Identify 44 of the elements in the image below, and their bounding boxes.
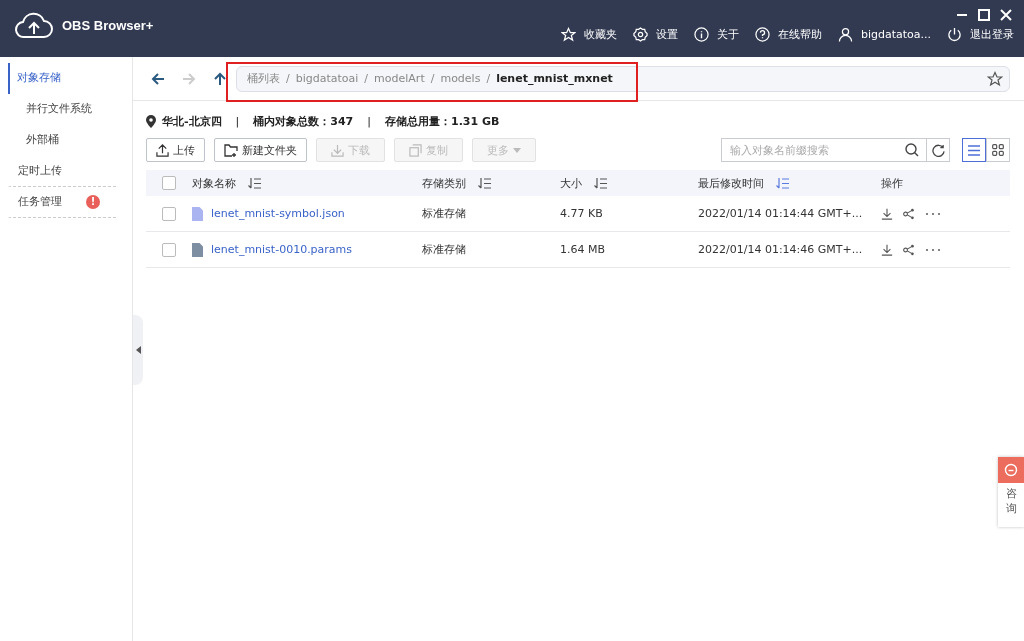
region-label: 华北-北京四 <box>162 113 222 129</box>
separator: / <box>286 72 290 85</box>
column-header: 存储类别 <box>422 175 466 191</box>
search-field[interactable]: 输入对象名前缀搜索 <box>721 138 927 162</box>
table-cell: 2022/01/14 01:14:44 GMT+... <box>698 207 863 220</box>
header-menu-item[interactable]: 关于 <box>693 27 739 42</box>
header-menu-item[interactable]: 退出登录 <box>947 27 1014 42</box>
table-cell: 4.77 KB <box>560 207 603 220</box>
separator: | <box>366 114 372 128</box>
header-menu-item[interactable]: 收藏夹 <box>560 27 617 42</box>
sidebar-item[interactable]: 任务管理 ! <box>8 187 116 218</box>
column-header: 最后修改时间 <box>698 175 764 191</box>
sidebar-item[interactable]: 并行文件系统 <box>8 94 124 125</box>
consult-widget[interactable]: 咨询 <box>998 457 1024 527</box>
sidebar-item[interactable]: 定时上传 <box>8 156 116 187</box>
address-bar[interactable]: 桶列表 / bigdatatoai / modelArt / models / lenet_mnist_mxnet <box>236 65 1010 92</box>
table-cell: 1.64 MB <box>560 243 606 256</box>
column-header: 大小 <box>560 175 582 191</box>
sidebar-item[interactable]: 外部桶 <box>8 125 124 156</box>
toolbar-button[interactable]: 上传 <box>146 138 205 162</box>
breadcrumb-item[interactable]: lenet_mnist_mxnet <box>496 72 613 85</box>
file-name-link[interactable]: lenet_mnist-symbol.json <box>211 207 345 220</box>
breadcrumb-item[interactable]: 桶列表 <box>247 71 280 86</box>
app-title: OBS Browser+ <box>62 18 154 33</box>
sidebar-item[interactable]: 对象存储 <box>8 63 115 94</box>
toolbar-button[interactable]: 新建文件夹 <box>214 138 307 162</box>
breadcrumb-item[interactable]: bigdatatoai <box>295 72 359 85</box>
separator: / <box>486 72 491 85</box>
separator: | <box>234 114 241 128</box>
header-menu-item[interactable]: 设置 <box>632 27 678 42</box>
alert-badge: ! <box>86 194 100 209</box>
column-header: 操作 <box>881 175 903 191</box>
consult-label: 咨询 <box>1005 486 1017 517</box>
table-cell: 标准存储 <box>422 206 466 221</box>
storage-usage: 存储总用量：1.31 GB <box>385 113 500 129</box>
file-name-link[interactable]: lenet_mnist-0010.params <box>211 243 353 256</box>
header-menu-item[interactable]: 在线帮助 <box>754 27 822 42</box>
header-menu-item[interactable]: bigdatatoa... <box>837 27 931 42</box>
separator: / <box>364 72 369 85</box>
table-cell: 标准存储 <box>422 242 466 257</box>
table-cell: 2022/01/14 01:14:46 GMT+... <box>698 243 863 256</box>
separator: / <box>430 72 435 85</box>
column-header: 对象名称 <box>192 175 236 191</box>
object-count: 桶内对象总数：347 <box>253 113 354 129</box>
